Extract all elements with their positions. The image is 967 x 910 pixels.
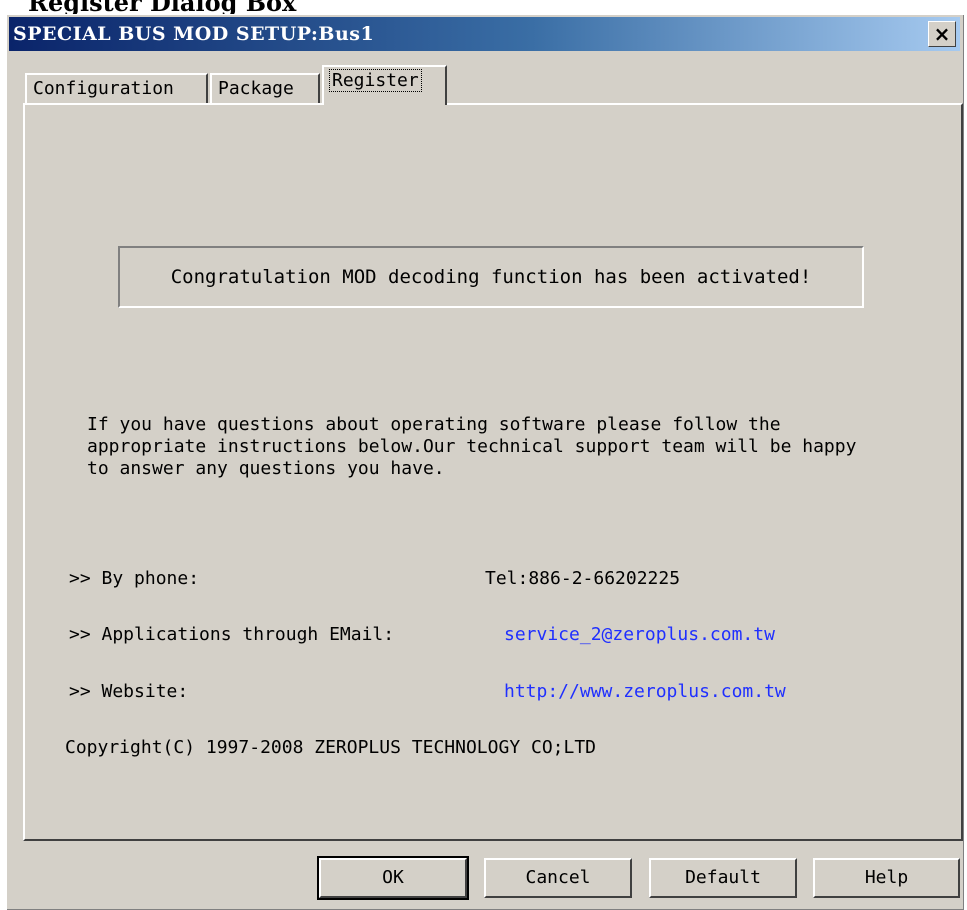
- default-button[interactable]: Default: [649, 858, 797, 898]
- email-link[interactable]: service_2@zeroplus.com.tw: [504, 624, 775, 645]
- close-icon: ×: [933, 22, 951, 46]
- phone-label: >> By phone:: [69, 568, 200, 589]
- tab-label: Configuration: [33, 78, 174, 99]
- figure-caption: Register Dialog Box: [0, 0, 967, 14]
- tab-configuration[interactable]: Configuration: [25, 73, 208, 103]
- title-bar[interactable]: SPECIAL BUS MOD SETUP:Bus1 ×: [9, 17, 960, 51]
- tab-label: Package: [218, 78, 294, 99]
- ok-button[interactable]: OK: [317, 856, 469, 900]
- copyright-text: Copyright(C) 1997-2008 ZEROPLUS TECHNOLO…: [65, 737, 597, 758]
- activation-status-box: Congratulation MOD decoding function has…: [118, 246, 864, 308]
- close-button[interactable]: ×: [928, 21, 956, 47]
- website-label: >> Website:: [69, 681, 189, 702]
- cancel-button[interactable]: Cancel: [484, 858, 632, 898]
- website-link[interactable]: http://www.zeroplus.com.tw: [504, 681, 786, 702]
- window-title: SPECIAL BUS MOD SETUP:Bus1: [13, 23, 375, 45]
- support-help-text: If you have questions about operating so…: [87, 414, 857, 479]
- tab-register[interactable]: Register: [322, 65, 447, 105]
- phone-number: Tel:886-2-66202225: [485, 568, 681, 589]
- register-panel: Congratulation MOD decoding function has…: [23, 103, 963, 841]
- help-button[interactable]: Help: [813, 858, 960, 898]
- tab-package[interactable]: Package: [210, 73, 320, 103]
- email-label: >> Applications through EMail:: [69, 624, 395, 645]
- tab-label: Register: [329, 69, 422, 92]
- special-bus-mod-setup-dialog: SPECIAL BUS MOD SETUP:Bus1 × Configurati…: [6, 14, 964, 910]
